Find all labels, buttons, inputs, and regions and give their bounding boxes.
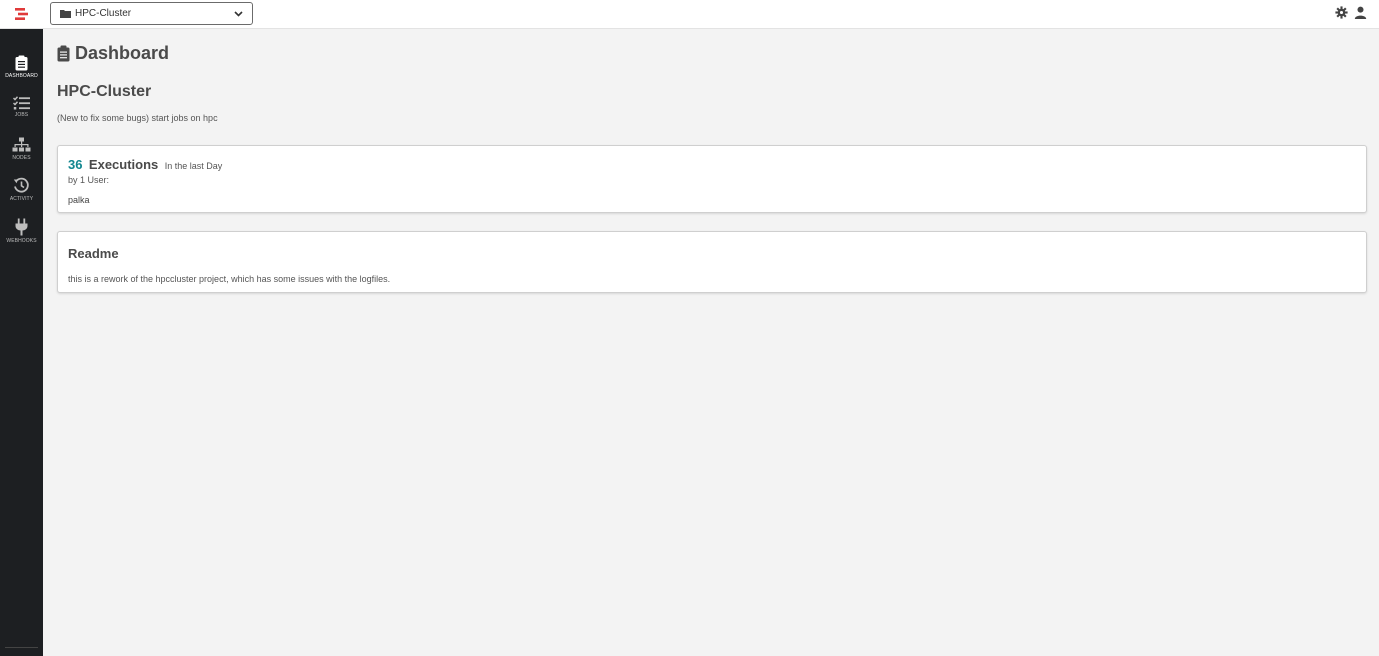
plug-icon xyxy=(15,218,28,236)
tasks-icon xyxy=(13,96,30,110)
sidebar-item-label: WEBHOOKS xyxy=(6,238,37,244)
sidebar-item-label: JOBS xyxy=(14,112,29,118)
executions-count[interactable]: 36 xyxy=(68,157,82,172)
sitemap-icon xyxy=(12,137,31,152)
executions-card: 36 Executions In the last Day by 1 User:… xyxy=(57,145,1367,213)
project-select-value: HPC-Cluster xyxy=(75,8,132,19)
executions-period: In the last Day xyxy=(164,161,223,171)
clipboard-icon xyxy=(57,45,70,62)
project-name: HPC-Cluster xyxy=(57,83,152,100)
readme-body: this is a rework of the hpccluster proje… xyxy=(68,274,391,284)
sidebar-item-nodes[interactable]: NODES xyxy=(0,137,43,161)
settings-gear-icon[interactable] xyxy=(1335,6,1348,19)
user-link[interactable]: palka xyxy=(68,195,90,205)
sidebar-item-label: ACTIVITY xyxy=(9,196,34,202)
top-bar: HPC-Cluster xyxy=(0,0,1379,29)
sidebar: DASHBOARD JOBS NODES ACTIVITY WEBHOOKS xyxy=(0,29,43,656)
readme-card: Readme this is a rework of the hpccluste… xyxy=(57,231,1367,293)
user-icon[interactable] xyxy=(1354,6,1367,19)
sidebar-item-activity[interactable]: ACTIVITY xyxy=(0,177,43,202)
executions-by-users: by 1 User: xyxy=(68,175,110,185)
project-description: (New to fix some bugs) start jobs on hpc xyxy=(57,113,218,123)
executions-summary: 36 Executions In the last Day xyxy=(68,156,222,174)
page-title: Dashboard xyxy=(57,43,169,64)
executions-label: Executions xyxy=(88,157,159,172)
sidebar-item-jobs[interactable]: JOBS xyxy=(0,96,43,118)
app-logo-icon[interactable] xyxy=(14,6,30,22)
sidebar-item-label: NODES xyxy=(12,155,31,161)
readme-title: Readme xyxy=(68,246,119,261)
clipboard-icon xyxy=(15,55,28,71)
folder-icon xyxy=(60,10,71,18)
sidebar-divider xyxy=(5,647,38,648)
page-title-text: Dashboard xyxy=(75,43,170,63)
history-icon xyxy=(13,177,29,193)
project-select[interactable]: HPC-Cluster xyxy=(50,2,253,25)
sidebar-item-label: DASHBOARD xyxy=(5,73,38,79)
sidebar-item-webhooks[interactable]: WEBHOOKS xyxy=(0,218,43,244)
chevron-down-icon xyxy=(234,11,243,17)
sidebar-item-dashboard[interactable]: DASHBOARD xyxy=(0,55,43,79)
